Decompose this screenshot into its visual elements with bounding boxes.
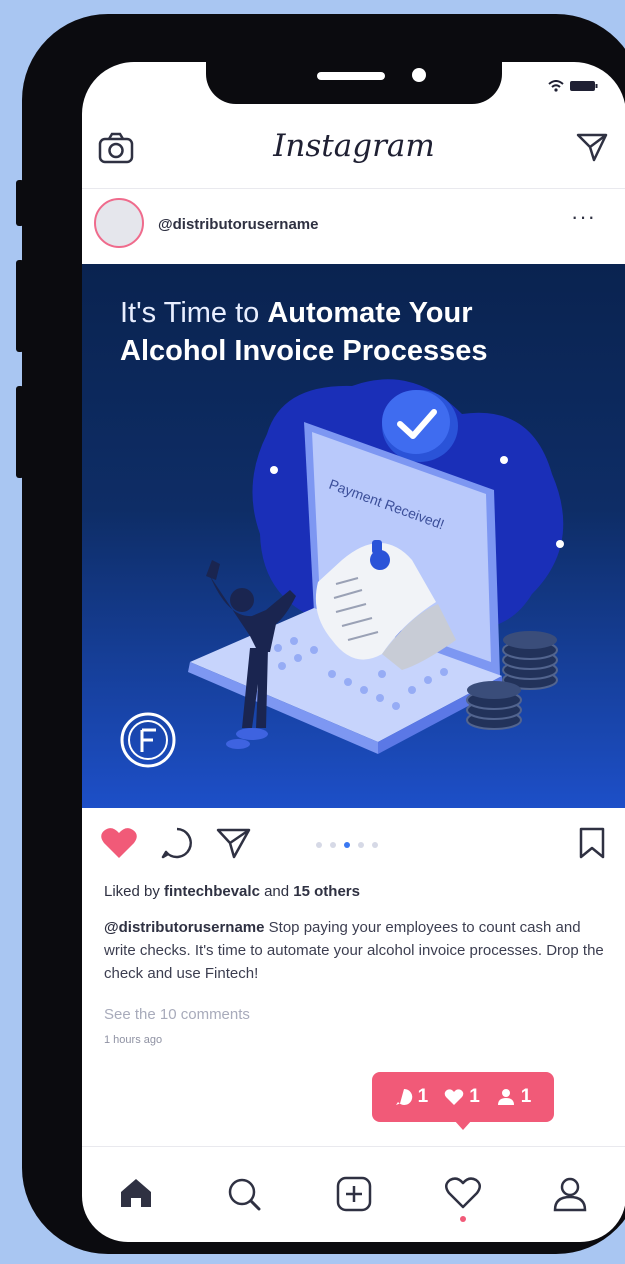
carousel-dot: [316, 842, 322, 848]
mute-switch: [16, 180, 24, 226]
status-bar: [548, 80, 598, 92]
volume-up-button: [16, 260, 24, 352]
bottom-tab-bar: [82, 1146, 625, 1242]
post-caption: @distributorusername Stop paying your em…: [104, 916, 614, 985]
post-username[interactable]: @distributorusername: [158, 216, 319, 233]
profile-icon[interactable]: [552, 1176, 588, 1212]
volume-down-button: [16, 386, 24, 478]
speaker: [317, 72, 385, 80]
notif-follows-count: 1: [520, 1086, 532, 1107]
activity-indicator-dot: [460, 1216, 466, 1222]
notch: [206, 62, 502, 104]
likes-text: Liked by fintechbevalc and 15 others: [104, 883, 360, 900]
invoice-illustration: Payment Received!: [120, 379, 564, 768]
notif-follows: 1: [496, 1086, 532, 1108]
top-bar: Instagram: [82, 116, 625, 188]
caption-username[interactable]: @distributorusername: [104, 919, 265, 936]
activity-notification[interactable]: 1 1 1: [372, 1072, 554, 1122]
post-actions: [82, 820, 625, 868]
direct-message-icon[interactable]: [576, 132, 608, 162]
share-icon[interactable]: [216, 826, 252, 860]
comment-icon[interactable]: [160, 826, 194, 860]
carousel-dot-active: [344, 842, 350, 848]
front-camera: [412, 68, 426, 82]
carousel-dot: [372, 842, 378, 848]
likes-prefix: Liked by: [104, 883, 160, 900]
battery-icon: [570, 81, 598, 91]
notif-comments-count: 1: [417, 1086, 429, 1107]
post-timestamp: 1 hours ago: [104, 1034, 163, 1046]
carousel-dot: [330, 842, 336, 848]
carousel-dot: [358, 842, 364, 848]
notif-comments: 1: [395, 1086, 429, 1108]
bookmark-icon[interactable]: [578, 826, 606, 860]
notif-likes-count: 1: [469, 1086, 480, 1107]
likes-and: and: [264, 883, 290, 900]
app-logo: Instagram: [273, 128, 435, 164]
brand-logo-icon: [120, 712, 176, 768]
more-options-icon[interactable]: ···: [571, 204, 596, 230]
comment-bubble-icon: [395, 1088, 412, 1105]
carousel-indicator: [316, 842, 378, 848]
search-icon[interactable]: [226, 1176, 262, 1212]
wifi-icon: [548, 80, 564, 92]
phone-frame: Instagram @distributorusername ··· It's …: [16, 14, 625, 1254]
view-comments-link[interactable]: See the 10 comments: [104, 1006, 250, 1023]
activity-heart-icon[interactable]: [444, 1176, 482, 1210]
likes-user[interactable]: fintechbevalc: [164, 883, 260, 900]
heart-icon: [444, 1089, 464, 1105]
post-header: @distributorusername ···: [82, 190, 625, 262]
notif-likes: 1: [444, 1086, 480, 1108]
notification-pointer: [454, 1120, 472, 1130]
check-circle-icon: [382, 390, 458, 462]
add-post-icon[interactable]: [336, 1176, 372, 1212]
post-image[interactable]: It's Time to Automate Your Alcohol Invoi…: [82, 264, 625, 808]
avatar[interactable]: [94, 198, 144, 248]
person-icon: [497, 1089, 514, 1105]
divider: [82, 188, 625, 189]
like-heart-icon[interactable]: [100, 826, 138, 860]
home-icon[interactable]: [118, 1176, 154, 1210]
phone-screen: Instagram @distributorusername ··· It's …: [82, 62, 625, 1242]
likes-others[interactable]: 15 others: [293, 883, 360, 900]
